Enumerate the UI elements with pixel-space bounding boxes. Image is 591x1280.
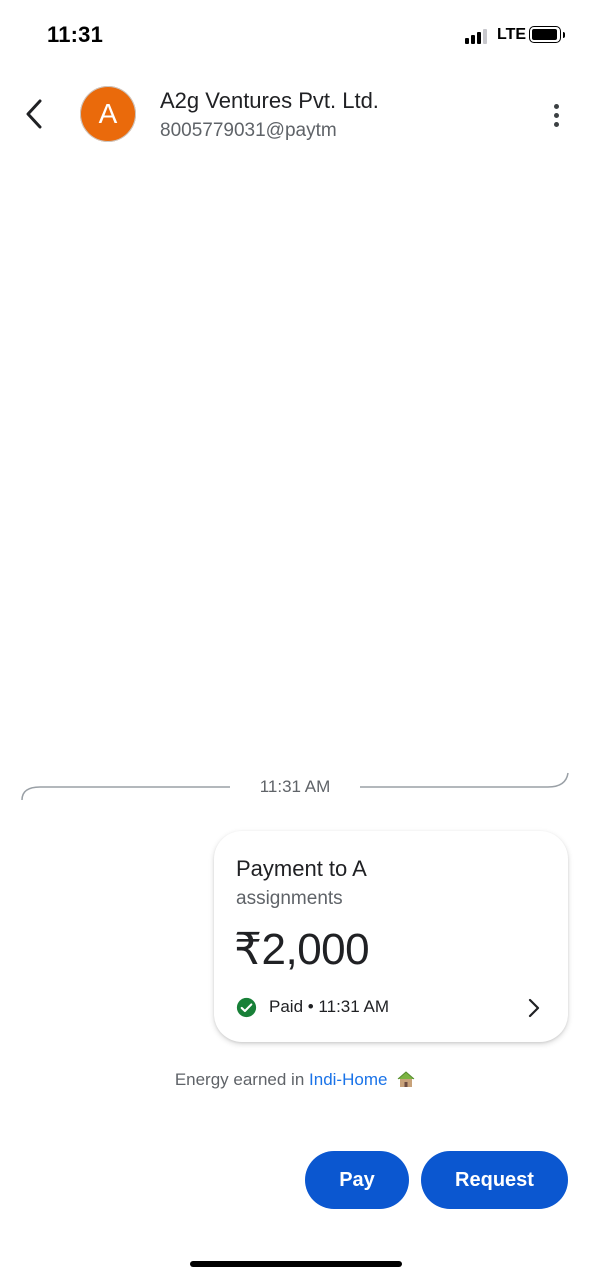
- indi-home-link[interactable]: Indi-Home: [309, 1070, 387, 1089]
- avatar[interactable]: A: [80, 86, 136, 142]
- house-icon: [397, 1071, 415, 1087]
- payment-note: assignments: [236, 888, 343, 909]
- chevron-right-icon: [528, 998, 540, 1018]
- payment-card[interactable]: Payment to A assignments ₹2,000 Paid • 1…: [214, 831, 568, 1042]
- request-button[interactable]: Request: [421, 1151, 568, 1209]
- network-label: LTE: [497, 26, 527, 43]
- timeline-time: 11:31 AM: [230, 777, 360, 797]
- status-time: 11:31: [47, 22, 104, 47]
- check-circle-icon: [236, 997, 257, 1017]
- battery-icon: [529, 26, 561, 43]
- payment-status: Paid • 11:31 AM: [269, 997, 389, 1016]
- energy-prefix: Energy earned in: [174, 1070, 310, 1089]
- energy-earned-text: Energy earned in Indi-Home: [0, 1070, 591, 1090]
- avatar-letter: A: [98, 98, 118, 129]
- payment-title: Payment to A: [236, 856, 367, 881]
- contact-upi-id: 8005779031@paytm: [160, 120, 337, 141]
- payment-status-row: Paid • 11:31 AM: [236, 995, 389, 1019]
- battery-tip: [563, 32, 565, 38]
- home-indicator[interactable]: [190, 1261, 402, 1267]
- more-vert-icon: [553, 103, 559, 109]
- payment-amount: ₹2,000: [234, 925, 370, 974]
- pay-button[interactable]: Pay: [305, 1151, 409, 1209]
- more-options-button[interactable]: [540, 98, 572, 132]
- signal-icon: [465, 28, 491, 44]
- contact-name[interactable]: A2g Ventures Pvt. Ltd.: [160, 88, 379, 114]
- back-button[interactable]: [14, 92, 54, 136]
- back-arrow-icon: [26, 99, 42, 129]
